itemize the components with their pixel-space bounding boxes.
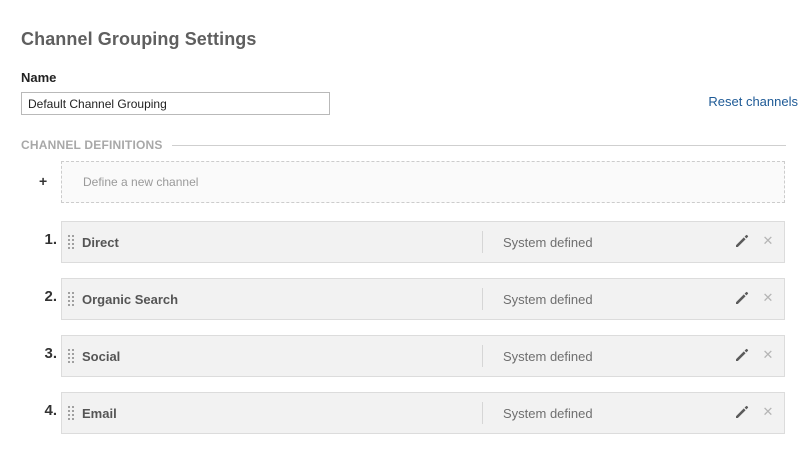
pencil-icon[interactable] — [734, 290, 750, 306]
section-header: CHANNEL DEFINITIONS — [21, 138, 786, 152]
section-divider — [171, 144, 786, 146]
channel-row-organic-search: Organic Search System defined ✕ — [61, 278, 785, 320]
reset-channels-link[interactable]: Reset channels — [708, 94, 798, 109]
channel-name: Organic Search — [82, 292, 179, 307]
channel-name: Direct — [82, 235, 119, 250]
channel-row-social: Social System defined ✕ — [61, 335, 785, 377]
drag-handle-icon[interactable] — [68, 406, 74, 420]
pencil-icon[interactable] — [734, 347, 750, 363]
channel-type: System defined — [503, 349, 593, 364]
name-input[interactable] — [21, 92, 330, 115]
drag-handle-icon[interactable] — [68, 292, 74, 306]
column-divider — [482, 231, 483, 253]
plus-icon: + — [39, 173, 48, 189]
channel-number: 1. — [44, 231, 57, 248]
define-new-channel-button[interactable]: Define a new channel — [61, 161, 785, 203]
close-icon[interactable]: ✕ — [761, 233, 775, 249]
channel-number: 4. — [44, 402, 57, 419]
channel-name: Email — [82, 406, 117, 421]
channel-row-direct: Direct System defined ✕ — [61, 221, 785, 263]
channel-number: 2. — [44, 288, 57, 305]
close-icon[interactable]: ✕ — [761, 290, 775, 306]
page-title: Channel Grouping Settings — [21, 29, 257, 49]
close-icon[interactable]: ✕ — [761, 404, 775, 420]
pencil-icon[interactable] — [734, 233, 750, 249]
close-icon[interactable]: ✕ — [761, 347, 775, 363]
channel-name: Social — [82, 349, 121, 364]
channel-type: System defined — [503, 406, 593, 421]
channel-number: 3. — [44, 345, 57, 362]
channel-type: System defined — [503, 292, 593, 307]
column-divider — [482, 288, 483, 310]
drag-handle-icon[interactable] — [68, 349, 74, 363]
define-new-channel-label: Define a new channel — [83, 175, 199, 189]
channel-row-email: Email System defined ✕ — [61, 392, 785, 434]
channel-type: System defined — [503, 235, 593, 250]
drag-handle-icon[interactable] — [68, 235, 74, 249]
column-divider — [482, 345, 483, 367]
section-header-text: CHANNEL DEFINITIONS — [21, 138, 163, 152]
name-label: Name — [21, 70, 57, 85]
column-divider — [482, 402, 483, 424]
pencil-icon[interactable] — [734, 404, 750, 420]
